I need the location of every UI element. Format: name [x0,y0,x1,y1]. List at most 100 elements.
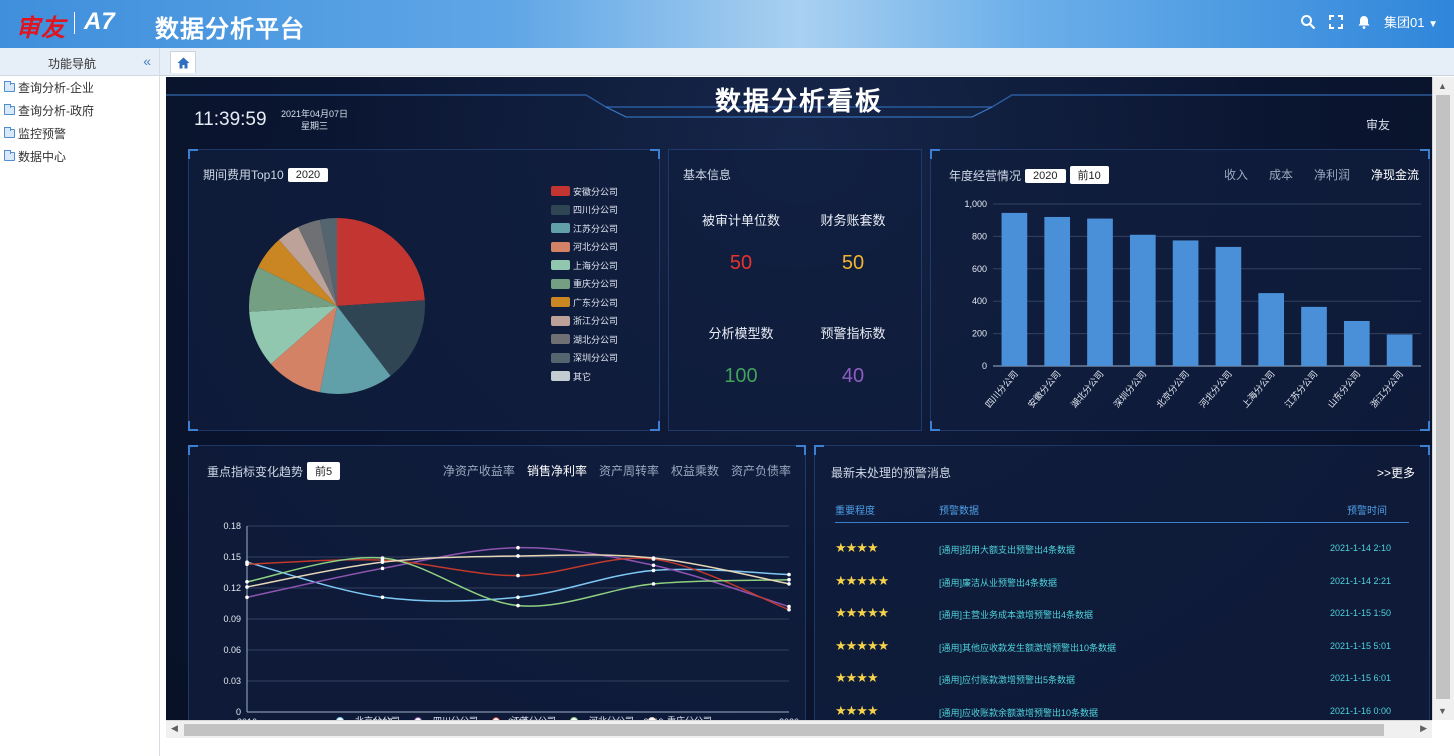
scroll-up-icon[interactable]: ▲ [1438,81,1447,91]
alert-text[interactable]: [通用]应付账款激增预警出5条数据 [939,673,1075,686]
tab-item[interactable]: 成本 [1269,166,1293,183]
alert-row[interactable]: ★★★★ [通用]应收账款余额激增预警出10条数据 2021-1-16 0:00 [835,703,1409,721]
data-point[interactable] [787,572,791,577]
star-rating: ★★★★ [835,670,879,685]
legend-item[interactable]: 浙江分公司 [551,312,618,331]
data-point[interactable] [245,562,249,567]
sidebar-item-label: 查询分析-企业 [18,81,94,95]
sidebar-item-query-government[interactable]: 查询分析-政府 [0,99,159,122]
alert-text[interactable]: [通用]招用大额支出预警出4条数据 [939,543,1075,556]
user-menu[interactable]: 集团01 ▼ [1384,12,1438,31]
scroll-thumb[interactable] [1436,95,1450,699]
sidebar-item-query-enterprise[interactable]: 查询分析-企业 [0,76,159,99]
scroll-thumb[interactable] [184,724,1384,736]
alert-row[interactable]: ★★★★★ [通用]廉洁从业预警出4条数据 2021-1-14 2:21 [835,573,1409,593]
legend-item[interactable]: 江苏分公司 [551,219,618,238]
dashboard-title: 数据分析看板 [714,86,883,116]
legend-label: 浙江分公司 [573,316,619,327]
data-point[interactable] [787,607,791,612]
tab-home[interactable] [170,51,196,73]
top-selector[interactable]: 前10 [1069,166,1109,184]
alert-text[interactable]: [通用]应收账款余额激增预警出10条数据 [939,706,1098,719]
alert-row[interactable]: ★★★★ [通用]招用大额支出预警出4条数据 2021-1-14 2:10 [835,540,1409,560]
tab-item[interactable]: 收入 [1224,166,1248,183]
data-point[interactable] [516,595,520,600]
scroll-right-icon[interactable]: ▶ [1420,723,1427,734]
year-selector[interactable]: 2020 [1025,169,1066,183]
top-selector[interactable]: 前5 [307,462,341,480]
data-point[interactable] [516,603,520,608]
x-tick-label: 四川分公司 [983,369,1020,410]
data-point[interactable] [651,582,656,586]
legend-item[interactable]: 重庆分公司 [551,275,618,294]
data-point[interactable] [787,577,791,582]
scroll-down-icon[interactable]: ▼ [1438,706,1447,716]
legend-item[interactable]: 广东分公司 [551,293,618,312]
data-point[interactable] [245,580,249,584]
legend-item[interactable]: 其它 [551,367,618,386]
bar[interactable] [1087,218,1113,366]
folder-icon [4,81,15,92]
fullscreen-icon[interactable] [1328,14,1344,30]
data-point[interactable] [787,582,791,586]
top-header: 审友 A7 数据分析平台 集团01 ▼ [0,0,1454,48]
bar[interactable] [1343,320,1370,366]
data-point[interactable] [245,595,249,600]
data-point[interactable] [380,560,385,564]
legend-item[interactable]: 深圳分公司 [551,349,618,368]
bell-icon[interactable] [1356,14,1372,30]
data-point[interactable] [245,585,249,589]
bar[interactable] [1258,293,1285,366]
horizontal-scrollbar[interactable]: ◀ ▶ [166,720,1432,738]
sidebar-item-monitoring[interactable]: 监控预警 [0,122,159,145]
tab-item[interactable]: 资产负债率 [731,462,791,479]
data-point[interactable] [651,563,656,568]
tab-item[interactable]: 资产周转率 [599,462,659,479]
legend-item[interactable]: 河北分公司 [551,238,618,257]
data-point[interactable] [516,573,520,578]
more-link[interactable]: >>更多 [1377,464,1415,481]
data-point[interactable] [651,568,656,573]
y-tick-label: 0.15 [223,552,241,562]
data-point[interactable] [380,566,385,571]
tab-item[interactable]: 净资产收益率 [443,462,515,479]
data-point[interactable] [787,604,791,609]
alert-row[interactable]: ★★★★ [通用]应付账款激增预警出5条数据 2021-1-15 6:01 [835,670,1409,690]
alert-text[interactable]: [通用]廉洁从业预警出4条数据 [939,576,1057,589]
data-point[interactable] [380,556,385,560]
sidebar-item-data-center[interactable]: 数据中心 [0,145,159,168]
y-tick-label: 0.18 [223,521,241,531]
legend-item[interactable]: 湖北分公司 [551,330,618,349]
data-point[interactable] [651,556,656,560]
alert-row[interactable]: ★★★★★ [通用]其他应收款发生额激增预警出10条数据 2021-1-15 5:0… [835,638,1409,658]
bar[interactable] [1172,240,1199,366]
year-selector[interactable]: 2020 [287,168,329,182]
data-point[interactable] [516,554,520,558]
alert-row[interactable]: ★★★★★ [通用]主营业务成本激增预警出4条数据 2021-1-15 1:50 [835,605,1409,625]
alert-text[interactable]: [通用]主营业务成本激增预警出4条数据 [939,608,1093,621]
bar[interactable] [1001,212,1028,366]
alert-text[interactable]: [通用]其他应收款发生额激增预警出10条数据 [939,641,1116,654]
series-line[interactable] [246,557,790,611]
bar[interactable] [1301,306,1327,366]
data-point[interactable] [516,545,520,550]
bar[interactable] [1129,234,1156,366]
bar[interactable] [1215,246,1242,366]
collapse-icon[interactable]: « [143,53,151,69]
tab-item[interactable]: 销售净利率 [527,462,587,479]
legend-item[interactable]: 四川分公司 [551,201,618,220]
tab-item[interactable]: 净现金流 [1371,166,1419,183]
bar[interactable] [1044,216,1071,366]
tab-item[interactable]: 净利润 [1314,166,1350,183]
y-tick-label: 0.12 [223,583,241,593]
scroll-left-icon[interactable]: ◀ [171,723,178,734]
legend-item[interactable]: 上海分公司 [551,256,618,275]
data-point[interactable] [380,595,385,600]
vertical-scrollbar[interactable]: ▲ ▼ [1432,77,1454,720]
pie-slice[interactable] [337,218,425,306]
tab-item[interactable]: 权益乘数 [671,462,719,479]
legend-item[interactable]: 安徽分公司 [551,182,618,201]
search-icon[interactable] [1300,14,1316,30]
sidebar-title: 功能导航 [48,57,97,71]
bar[interactable] [1386,334,1413,366]
